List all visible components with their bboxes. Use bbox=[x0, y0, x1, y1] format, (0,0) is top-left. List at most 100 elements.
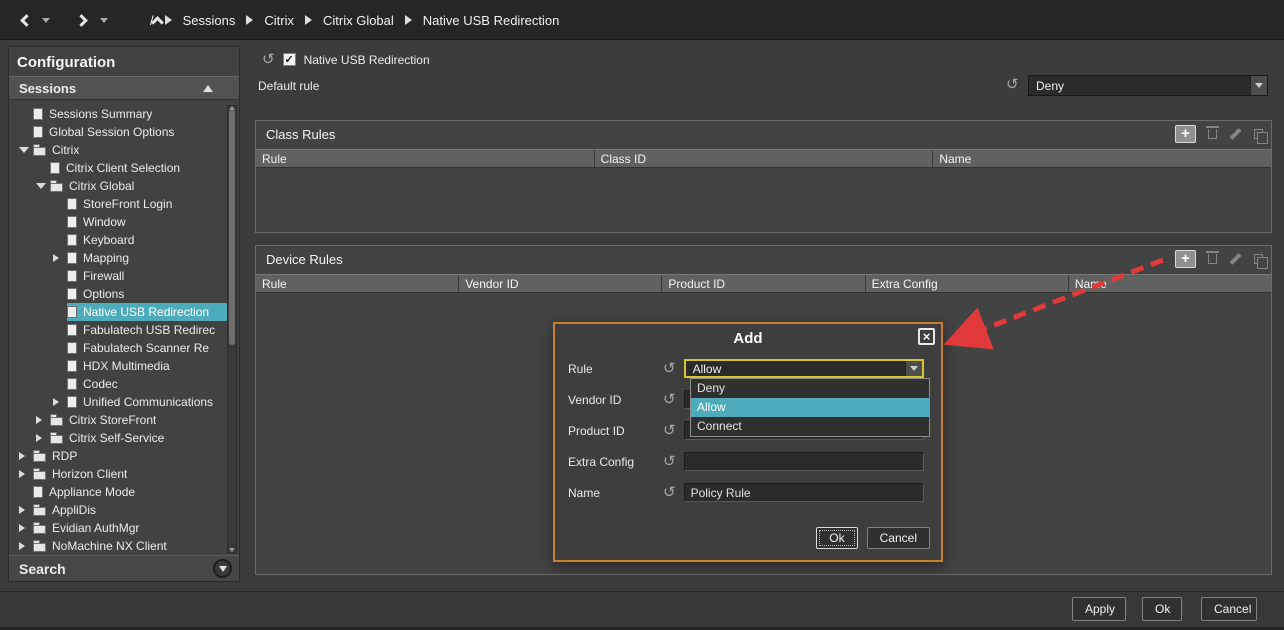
close-icon[interactable]: × bbox=[918, 328, 935, 345]
breadcrumb-root[interactable]: / bbox=[150, 13, 154, 28]
expand-icon[interactable] bbox=[36, 434, 42, 442]
column-header-rule[interactable]: Rule bbox=[256, 275, 459, 292]
breadcrumb-item-sessions[interactable]: Sessions bbox=[183, 13, 236, 28]
column-header-name[interactable]: Name bbox=[933, 150, 1271, 167]
expand-icon[interactable] bbox=[53, 398, 59, 406]
expand-icon[interactable] bbox=[36, 416, 42, 424]
expand-icon[interactable] bbox=[19, 524, 25, 532]
tree-item-citrix[interactable]: Citrix bbox=[9, 141, 231, 159]
edit-icon[interactable] bbox=[1229, 128, 1241, 140]
sessions-section-label: Sessions bbox=[19, 81, 76, 96]
column-header-extra-config[interactable]: Extra Config bbox=[866, 275, 1069, 292]
reset-icon[interactable]: ↺ bbox=[663, 361, 676, 376]
tree-item-nomachine-nx-client[interactable]: NoMachine NX Client bbox=[9, 537, 231, 555]
dialog-cancel-button[interactable]: Cancel bbox=[867, 527, 930, 549]
dropdown-option-allow[interactable]: Allow bbox=[691, 398, 929, 417]
tree-item-options[interactable]: Options bbox=[9, 285, 231, 303]
column-header-vendor-id[interactable]: Vendor ID bbox=[459, 275, 662, 292]
tree-item-label: Fabulatech Scanner Re bbox=[83, 341, 209, 355]
breadcrumb-item-citrix[interactable]: Citrix bbox=[264, 13, 294, 28]
dialog-ok-button[interactable]: Ok bbox=[816, 527, 857, 549]
forward-history-dropdown-icon[interactable] bbox=[100, 18, 108, 23]
reset-icon[interactable]: ↺ bbox=[663, 392, 676, 407]
tree-item-label: Horizon Client bbox=[52, 467, 127, 481]
tree-item-keyboard[interactable]: Keyboard bbox=[9, 231, 231, 249]
tree-item-label: Citrix Self-Service bbox=[69, 431, 164, 445]
tree-item-citrix-self-service[interactable]: Citrix Self-Service bbox=[9, 429, 231, 447]
expand-icon[interactable] bbox=[19, 506, 25, 514]
copy-icon[interactable] bbox=[1254, 254, 1263, 264]
native-usb-redirection-checkbox[interactable]: ✓ bbox=[283, 53, 296, 66]
forward-button[interactable] bbox=[72, 7, 94, 33]
tree-item-firewall[interactable]: Firewall bbox=[9, 267, 231, 285]
tree-item-global-session-options[interactable]: Global Session Options bbox=[9, 123, 231, 141]
column-header-rule[interactable]: Rule bbox=[256, 150, 595, 167]
tree-item-fabulatech-scanner-re[interactable]: Fabulatech Scanner Re bbox=[9, 339, 231, 357]
tree-item-unified-communications[interactable]: Unified Communications bbox=[9, 393, 231, 411]
tree-item-mapping[interactable]: Mapping bbox=[9, 249, 231, 267]
reset-icon[interactable]: ↺ bbox=[663, 485, 676, 500]
collapse-icon[interactable] bbox=[36, 183, 46, 189]
tree-item-label: Codec bbox=[83, 377, 118, 391]
search-section-header[interactable]: Search bbox=[9, 555, 239, 581]
rule-select[interactable]: Allow bbox=[684, 359, 924, 378]
breadcrumb-separator-icon bbox=[305, 15, 312, 25]
tree-item-citrix-storefront[interactable]: Citrix StoreFront bbox=[9, 411, 231, 429]
tree-item-native-usb-redirection[interactable]: Native USB Redirection bbox=[9, 303, 231, 321]
dropdown-option-connect[interactable]: Connect bbox=[691, 417, 929, 436]
column-header-class-id[interactable]: Class ID bbox=[595, 150, 934, 167]
expand-icon[interactable] bbox=[19, 470, 25, 478]
add-device-rule-button[interactable]: + bbox=[1175, 250, 1196, 268]
tree-item-window[interactable]: Window bbox=[9, 213, 231, 231]
sessions-section-header[interactable]: Sessions bbox=[9, 76, 239, 100]
extra-config-input[interactable] bbox=[684, 452, 924, 471]
footer-bar: Apply Ok Cancel bbox=[0, 591, 1284, 630]
back-button[interactable] bbox=[14, 7, 36, 33]
name-input[interactable] bbox=[684, 483, 924, 502]
tree-item-storefront-login[interactable]: StoreFront Login bbox=[9, 195, 231, 213]
tree-item-rdp[interactable]: RDP bbox=[9, 447, 231, 465]
reset-icon[interactable]: ↺ bbox=[663, 423, 676, 438]
rule-select-value: Allow bbox=[686, 362, 905, 376]
tree-item-codec[interactable]: Codec bbox=[9, 375, 231, 393]
tree-item-citrix-global[interactable]: Citrix Global bbox=[9, 177, 231, 195]
expand-icon[interactable] bbox=[53, 254, 59, 262]
back-history-dropdown-icon[interactable] bbox=[42, 18, 50, 23]
scrollbar-thumb[interactable] bbox=[229, 110, 235, 345]
tree-item-appliance-mode[interactable]: Appliance Mode bbox=[9, 483, 231, 501]
reset-icon[interactable]: ↺ bbox=[262, 52, 275, 67]
tree-item-sessions-summary[interactable]: Sessions Summary bbox=[9, 105, 231, 123]
add-class-rule-button[interactable]: + bbox=[1175, 125, 1196, 143]
delete-icon[interactable] bbox=[1208, 254, 1217, 264]
tree-item-label: Global Session Options bbox=[49, 125, 174, 139]
column-header-name[interactable]: Name bbox=[1069, 275, 1271, 292]
expand-icon[interactable] bbox=[19, 542, 25, 550]
collapse-icon[interactable] bbox=[19, 147, 29, 153]
dropdown-arrow-button[interactable] bbox=[905, 361, 922, 376]
tree-item-citrix-client-selection[interactable]: Citrix Client Selection bbox=[9, 159, 231, 177]
reset-icon[interactable]: ↺ bbox=[1006, 77, 1019, 92]
breadcrumb-item-citrix-global[interactable]: Citrix Global bbox=[323, 13, 394, 28]
dropdown-option-deny[interactable]: Deny bbox=[691, 379, 929, 398]
edit-icon[interactable] bbox=[1229, 253, 1241, 265]
tree-item-evidian-authmgr[interactable]: Evidian AuthMgr bbox=[9, 519, 231, 537]
tree-item-label: Fabulatech USB Redirec bbox=[83, 323, 215, 337]
reset-icon[interactable]: ↺ bbox=[663, 454, 676, 469]
apply-button[interactable]: Apply bbox=[1072, 597, 1126, 621]
tree-item-hdx-multimedia[interactable]: HDX Multimedia bbox=[9, 357, 231, 375]
copy-icon[interactable] bbox=[1254, 129, 1263, 139]
expand-search-button[interactable] bbox=[213, 559, 232, 578]
sidebar-scrollbar[interactable] bbox=[227, 105, 237, 553]
expand-icon[interactable] bbox=[19, 452, 25, 460]
delete-icon[interactable] bbox=[1208, 129, 1217, 139]
tree-item-applidis[interactable]: AppliDis bbox=[9, 501, 231, 519]
dropdown-arrow-button[interactable] bbox=[1250, 76, 1267, 95]
breadcrumb-item-native-usb-redirection[interactable]: Native USB Redirection bbox=[423, 13, 560, 28]
scroll-down-icon[interactable] bbox=[229, 548, 235, 552]
column-header-product-id[interactable]: Product ID bbox=[662, 275, 865, 292]
ok-button[interactable]: Ok bbox=[1142, 597, 1182, 621]
default-rule-select[interactable]: Deny bbox=[1028, 75, 1268, 96]
tree-item-horizon-client[interactable]: Horizon Client bbox=[9, 465, 231, 483]
tree-item-fabulatech-usb-redirec[interactable]: Fabulatech USB Redirec bbox=[9, 321, 231, 339]
cancel-button[interactable]: Cancel bbox=[1201, 597, 1257, 621]
